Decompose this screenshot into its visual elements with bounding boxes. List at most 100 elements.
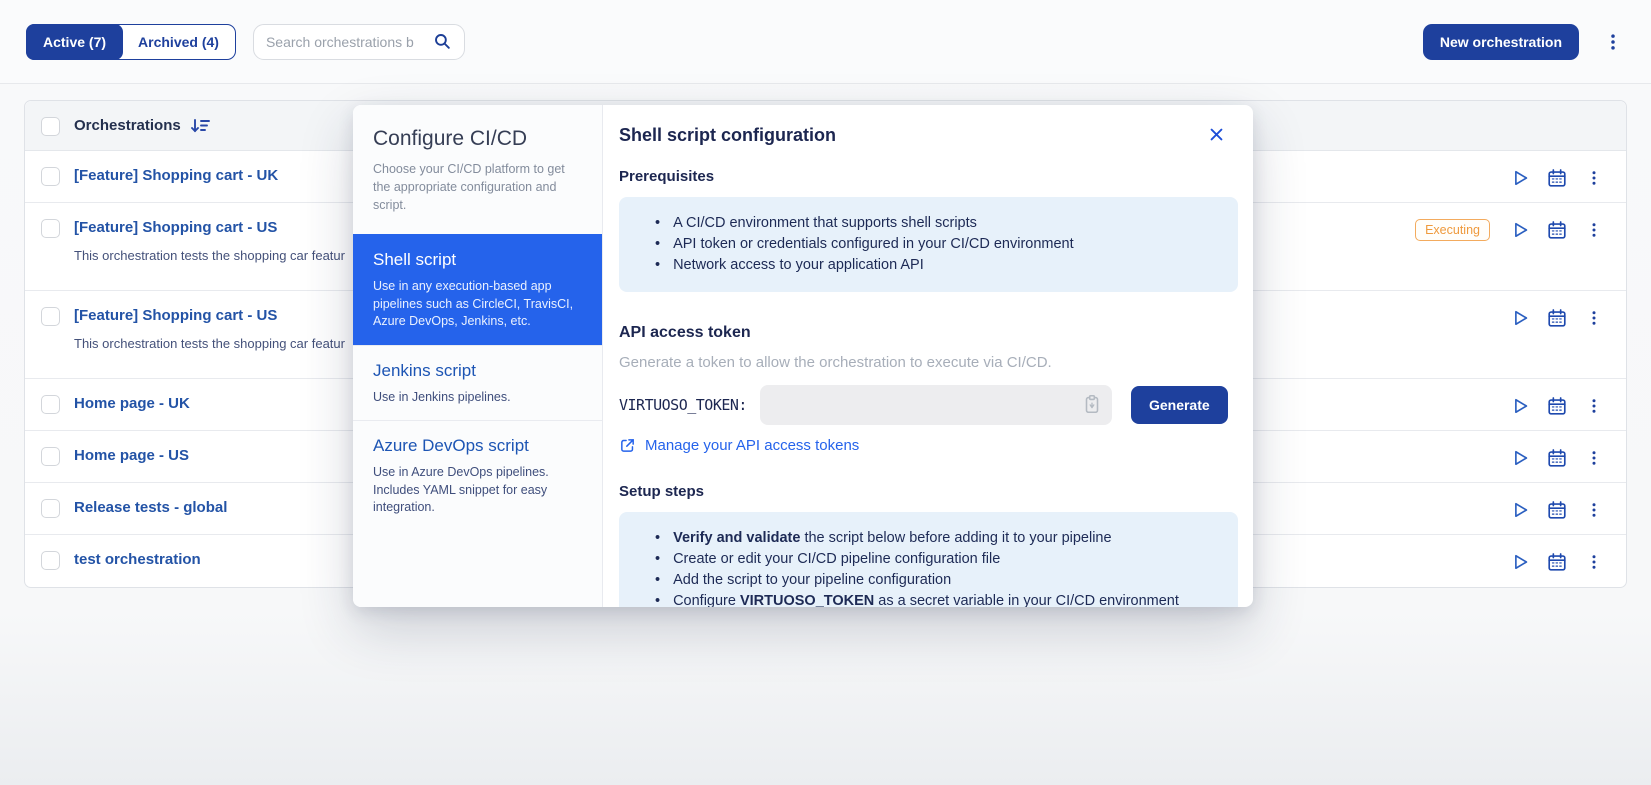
row-main: [Feature] Shopping cart - UK xyxy=(74,166,278,186)
select-all-checkbox[interactable] xyxy=(41,116,60,136)
row-kebab-menu-icon[interactable] xyxy=(1582,446,1606,470)
setup-step-item: Verify and validate the script below bef… xyxy=(631,528,1226,549)
setup-step-item: Configure VIRTUOSO_TOKEN as a secret var… xyxy=(631,591,1226,607)
row-kebab-menu-icon[interactable] xyxy=(1582,218,1606,242)
orchestration-title-link[interactable]: Home page - US xyxy=(74,446,189,466)
option-description: Use in Azure DevOps pipelines. Includes … xyxy=(373,465,549,515)
toolbar-kebab-menu-icon[interactable] xyxy=(1601,30,1625,54)
generate-token-button[interactable]: Generate xyxy=(1130,386,1228,424)
prerequisite-item: Network access to your application API xyxy=(631,255,1226,276)
copy-to-clipboard-icon[interactable] xyxy=(1081,393,1103,415)
sidebar-header: Configure CI/CD Choose your CI/CD platfo… xyxy=(353,105,602,234)
orchestration-title-link[interactable]: test orchestration xyxy=(74,550,201,570)
row-checkbox[interactable] xyxy=(41,551,60,570)
row-kebab-menu-icon[interactable] xyxy=(1582,498,1606,522)
run-orchestration-icon[interactable] xyxy=(1508,550,1532,574)
row-actions xyxy=(1508,394,1606,418)
row-kebab-menu-icon[interactable] xyxy=(1582,394,1606,418)
row-main: test orchestration xyxy=(74,550,201,570)
setup-steps-heading: Setup steps xyxy=(619,483,705,500)
api-token-description: Generate a token to allow the orchestrat… xyxy=(619,354,1052,371)
orchestration-title-link[interactable]: [Feature] Shopping cart - US xyxy=(74,306,345,326)
row-checkbox[interactable] xyxy=(41,447,60,466)
close-icon[interactable] xyxy=(1204,122,1228,146)
shell-script-configuration-panel: Shell script configuration Prerequisites… xyxy=(603,105,1253,607)
row-actions xyxy=(1508,550,1606,574)
row-main: [Feature] Shopping cart - US This orchest… xyxy=(74,306,345,351)
option-description: Use in Jenkins pipelines. xyxy=(373,389,511,404)
run-orchestration-icon[interactable] xyxy=(1508,218,1532,242)
option-description: Use in any execution-based app pipelines… xyxy=(373,279,574,329)
row-actions xyxy=(1508,498,1606,522)
row-checkbox[interactable] xyxy=(41,395,60,414)
schedule-icon[interactable] xyxy=(1545,394,1569,418)
token-row: VIRTUOSO_TOKEN: Generate xyxy=(619,385,1238,425)
search-icon[interactable] xyxy=(433,32,452,51)
row-actions xyxy=(1508,306,1606,330)
run-orchestration-icon[interactable] xyxy=(1508,446,1532,470)
option-title: Jenkins script xyxy=(373,360,476,380)
sort-descending-icon[interactable] xyxy=(190,118,210,134)
run-orchestration-icon[interactable] xyxy=(1508,394,1532,418)
row-actions xyxy=(1508,446,1606,470)
schedule-icon[interactable] xyxy=(1545,446,1569,470)
schedule-icon[interactable] xyxy=(1545,166,1569,190)
row-actions: Executing xyxy=(1415,218,1606,242)
cicd-option-jenkins-script[interactable]: Jenkins script Use in Jenkins pipelines. xyxy=(353,344,602,421)
run-orchestration-icon[interactable] xyxy=(1508,498,1532,522)
row-checkbox[interactable] xyxy=(41,499,60,518)
orchestrations-column-header: Orchestrations xyxy=(74,117,210,134)
schedule-icon[interactable] xyxy=(1545,218,1569,242)
archive-filter-tabs: Active (7) Archived (4) xyxy=(26,23,236,60)
modal-title: Configure CI/CD xyxy=(373,127,528,150)
modal-subtitle: Choose your CI/CD platform to get the ap… xyxy=(373,162,565,212)
api-access-token-heading: API access token xyxy=(619,324,751,341)
run-orchestration-icon[interactable] xyxy=(1508,166,1532,190)
token-input[interactable] xyxy=(759,397,1112,413)
row-main: Release tests - global xyxy=(74,498,227,518)
row-main: Home page - UK xyxy=(74,394,190,414)
row-kebab-menu-icon[interactable] xyxy=(1582,550,1606,574)
option-title: Azure DevOps script xyxy=(373,436,529,456)
token-variable-label: VIRTUOSO_TOKEN: xyxy=(619,396,747,414)
search-box[interactable] xyxy=(252,23,465,60)
top-toolbar: Active (7) Archived (4) New orchestratio… xyxy=(0,0,1651,84)
schedule-icon[interactable] xyxy=(1545,550,1569,574)
setup-step-item: Create or edit your CI/CD pipeline confi… xyxy=(631,549,1226,570)
cicd-platform-sidebar: Configure CI/CD Choose your CI/CD platfo… xyxy=(353,105,603,607)
manage-tokens-label: Manage your API access tokens xyxy=(645,437,860,454)
row-main: [Feature] Shopping cart - US This orchest… xyxy=(74,218,345,263)
token-value-field xyxy=(759,385,1112,425)
option-title: Shell script xyxy=(373,250,457,270)
run-orchestration-icon[interactable] xyxy=(1508,306,1532,330)
orchestration-title-link[interactable]: Home page - UK xyxy=(74,394,190,414)
row-checkbox[interactable] xyxy=(41,307,60,326)
setup-steps-box: Verify and validate the script below bef… xyxy=(619,512,1238,607)
prerequisites-heading: Prerequisites xyxy=(619,168,715,185)
manage-tokens-link[interactable]: Manage your API access tokens xyxy=(619,437,859,454)
tab-archived[interactable]: Archived (4) xyxy=(122,25,235,59)
setup-step-item: Add the script to your pipeline configur… xyxy=(631,570,1226,591)
search-input[interactable] xyxy=(265,33,433,50)
orchestration-title-link[interactable]: Release tests - global xyxy=(74,498,227,518)
orchestration-description: This orchestration tests the shopping ca… xyxy=(74,336,345,351)
orchestrations-header-label: Orchestrations xyxy=(74,117,181,134)
cicd-option-shell-script[interactable]: Shell script Use in any execution-based a… xyxy=(353,234,602,345)
row-kebab-menu-icon[interactable] xyxy=(1582,306,1606,330)
prerequisite-item: A CI/CD environment that supports shell … xyxy=(631,213,1226,234)
row-checkbox[interactable] xyxy=(41,167,60,186)
schedule-icon[interactable] xyxy=(1545,306,1569,330)
orchestration-title-link[interactable]: [Feature] Shopping cart - US xyxy=(74,218,345,238)
executing-status-badge: Executing xyxy=(1415,219,1490,241)
panel-title: Shell script configuration xyxy=(619,125,837,145)
orchestration-title-link[interactable]: [Feature] Shopping cart - UK xyxy=(74,166,278,186)
new-orchestration-button[interactable]: New orchestration xyxy=(1422,23,1579,60)
schedule-icon[interactable] xyxy=(1545,498,1569,522)
cicd-option-azure-devops-script[interactable]: Azure DevOps script Use in Azure DevOps p… xyxy=(353,420,602,531)
row-checkbox[interactable] xyxy=(41,219,60,238)
configure-cicd-modal: Configure CI/CD Choose your CI/CD platfo… xyxy=(353,105,1253,607)
row-main: Home page - US xyxy=(74,446,189,466)
tab-active[interactable]: Active (7) xyxy=(26,23,124,60)
prerequisites-box: A CI/CD environment that supports shell … xyxy=(619,197,1238,292)
row-kebab-menu-icon[interactable] xyxy=(1582,166,1606,190)
